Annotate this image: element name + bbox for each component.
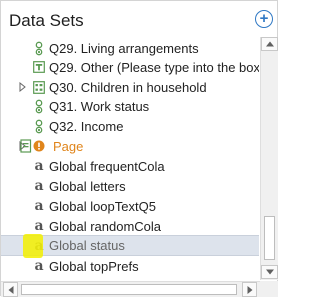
text-variable-icon: a <box>34 178 44 194</box>
text-variable-icon: a <box>34 158 44 174</box>
scroll-right-button[interactable] <box>242 282 257 297</box>
tree-item-label: Q29. Other (Please type into the box.) <box>49 59 259 75</box>
text-variable-icon: a <box>34 198 44 214</box>
tree-item-label: Q32. Income <box>49 118 124 134</box>
text-variable-icon: a <box>34 218 44 234</box>
tree-item[interactable]: a Global randomCola <box>1 216 259 236</box>
tree-item-label: Page <box>53 138 84 154</box>
tree-item-label: Q29. Living arrangements <box>49 40 199 56</box>
scroll-down-button[interactable] <box>261 265 278 279</box>
tree-item[interactable]: Q32. Income <box>1 116 259 136</box>
tree-item-label: Q30. Children in household <box>49 79 207 95</box>
tree-item-label: Global letters <box>49 178 126 194</box>
vertical-scrollbar[interactable] <box>260 37 278 280</box>
tree-item[interactable]: Q31. Work status <box>1 96 259 116</box>
text-question-icon <box>32 59 46 75</box>
arrow-left-icon <box>8 285 13 294</box>
text-variable-icon: a <box>34 258 44 274</box>
expand-arrow-icon[interactable] <box>19 82 27 92</box>
vertical-scroll-thumb[interactable] <box>264 216 275 260</box>
radio-question-icon <box>32 118 46 134</box>
arrow-up-icon <box>265 41 274 47</box>
tree-item-label: Global topPrefs <box>49 258 139 274</box>
tree-item-label: Global randomCola <box>49 218 162 234</box>
tree-item[interactable]: Q29. Other (Please type into the box.) <box>1 57 259 77</box>
data-sets-panel: Data Sets + Q29. Living arrangements Q29… <box>0 0 278 297</box>
radio-question-icon <box>32 40 46 56</box>
radio-question-icon <box>32 98 46 114</box>
add-data-set-button[interactable]: + <box>255 10 273 28</box>
tree-item[interactable]: Q30. Children in household <box>1 77 259 97</box>
grid-question-icon <box>32 79 46 95</box>
tree-item-label: Global status <box>49 238 125 253</box>
tree-item[interactable]: Q29. Living arrangements <box>1 38 259 58</box>
arrow-right-icon <box>247 285 252 294</box>
horizontal-scroll-thumb[interactable] <box>21 284 237 295</box>
panel-title: Data Sets <box>9 11 84 30</box>
page-icon <box>20 138 46 154</box>
tree-item-label: Global frequentCola <box>49 158 165 174</box>
horizontal-scrollbar[interactable] <box>1 281 260 297</box>
scroll-up-button[interactable] <box>261 37 278 51</box>
arrow-down-icon <box>265 269 274 275</box>
scroll-left-button[interactable] <box>3 282 18 297</box>
tree-item[interactable]: a Global loopTextQ5 <box>1 196 259 216</box>
tree-item[interactable]: a Global topPrefs <box>1 256 259 276</box>
tree-item[interactable]: a Global frequentCola <box>1 156 259 176</box>
tree-item[interactable]: a Global letters <box>1 176 259 196</box>
tree-item-label: Q31. Work status <box>49 98 150 114</box>
cursor-highlight <box>23 234 43 258</box>
tree-item-label: Global loopTextQ5 <box>49 198 156 214</box>
tree-item-page[interactable]: Page <box>1 136 259 156</box>
scrollbar-corner <box>260 281 278 297</box>
